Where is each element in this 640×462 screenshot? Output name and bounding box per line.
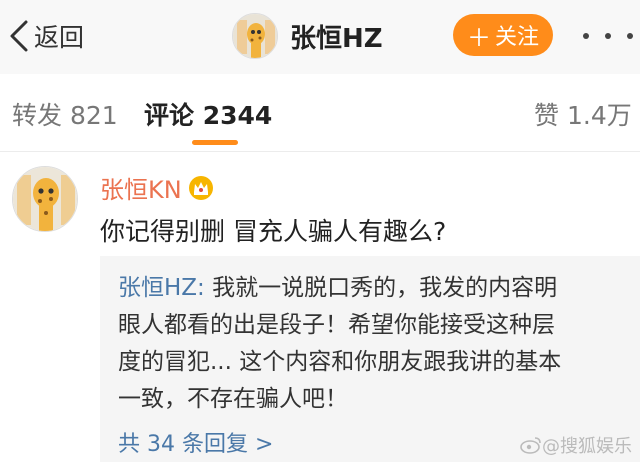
comment-author[interactable]: 张恒KN [100,170,214,205]
tab-comments[interactable]: 评论 2344 [144,96,272,132]
watermark: @搜狐娱乐 [520,432,632,458]
back-label: 返回 [34,23,85,52]
comment-text: 你记得别删 冒充人骗人有趣么? [100,217,447,246]
top-bar: 返回 张恒HZ ＋ 关注 [0,0,640,74]
active-tab-indicator [192,140,238,145]
comment-username[interactable]: 张恒KN [100,170,182,205]
follow-label: 关注 [494,25,539,50]
reply-line: 眼人都看的出是段子！希望你能接受这种层 [118,312,555,338]
profile-title[interactable]: 张恒HZ [232,12,383,60]
more-dots-icon [583,33,589,39]
reply-line: 张恒HZ: 我就一说脱口秀的，我发的内容明 [118,275,558,301]
watermark-text: @搜狐娱乐 [542,436,632,457]
crown-icon [188,175,213,200]
tab-bar: 转发 821 评论 2344 赞 1.4万 [0,74,640,152]
tab-reposts[interactable]: 转发 821 [12,96,118,132]
reply-line: 度的冒犯... 这个内容和你朋友跟我讲的基本 [118,349,562,375]
back-button[interactable]: 返回 [6,14,84,58]
page-title: 张恒HZ [290,23,383,54]
follow-button[interactable]: ＋ 关注 [453,14,553,56]
avatar[interactable] [232,13,278,59]
comment-item: 张恒KN 你记得别删 冒充人骗人有趣么? 张恒HZ: 我就一说脱口秀的，我发的内… [0,152,640,462]
plus-icon: ＋ [466,23,491,52]
weibo-logo-icon [520,437,541,454]
tab-likes[interactable]: 赞 1.4万 [534,96,632,132]
chevron-left-icon [10,20,28,52]
reply-line: 一致，不存在骗人吧！ [118,386,348,412]
avatar[interactable] [12,166,78,232]
more-options-button[interactable] [583,24,633,48]
reply-username[interactable]: 张恒HZ: [118,275,205,301]
